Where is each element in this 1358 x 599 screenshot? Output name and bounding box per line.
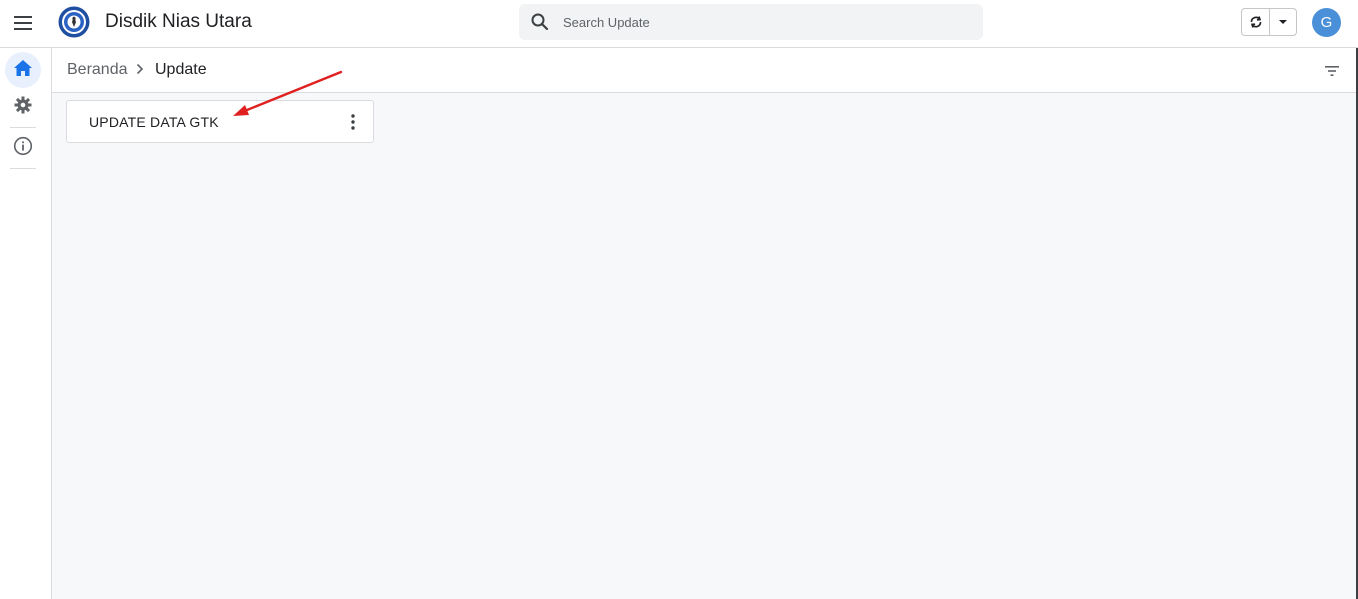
filter-icon[interactable] bbox=[1322, 61, 1342, 81]
breadcrumb-home[interactable]: Beranda bbox=[67, 60, 128, 80]
navigation-rail bbox=[0, 48, 52, 599]
top-app-bar: Disdik Nias Utara G bbox=[0, 0, 1358, 48]
menu-icon[interactable] bbox=[8, 6, 38, 40]
rail-divider bbox=[10, 127, 36, 128]
rail-item-settings[interactable] bbox=[5, 89, 41, 125]
info-icon bbox=[13, 136, 33, 161]
gear-icon bbox=[14, 96, 32, 119]
breadcrumb: Beranda Update bbox=[52, 48, 1356, 93]
avatar[interactable]: G bbox=[1312, 8, 1341, 37]
rail-item-info[interactable] bbox=[5, 130, 41, 166]
more-vert-icon[interactable] bbox=[343, 110, 363, 134]
search-bar[interactable] bbox=[519, 4, 983, 40]
main-content: UPDATE DATA GTK bbox=[52, 93, 1356, 599]
home-icon bbox=[13, 59, 33, 82]
list-item[interactable]: UPDATE DATA GTK bbox=[66, 100, 374, 143]
sync-split-button bbox=[1241, 8, 1297, 36]
breadcrumb-current: Update bbox=[155, 61, 207, 78]
rail-item-home[interactable] bbox=[5, 52, 41, 88]
rail-divider bbox=[10, 168, 36, 169]
card-label: UPDATE DATA GTK bbox=[89, 114, 219, 130]
search-icon[interactable] bbox=[530, 12, 550, 32]
app-title: Disdik Nias Utara bbox=[105, 11, 252, 32]
chevron-right-icon bbox=[135, 61, 147, 79]
dropdown-caret-icon[interactable] bbox=[1270, 9, 1296, 35]
app-logo bbox=[58, 6, 90, 38]
search-input[interactable] bbox=[563, 4, 963, 40]
sync-icon[interactable] bbox=[1242, 9, 1270, 35]
